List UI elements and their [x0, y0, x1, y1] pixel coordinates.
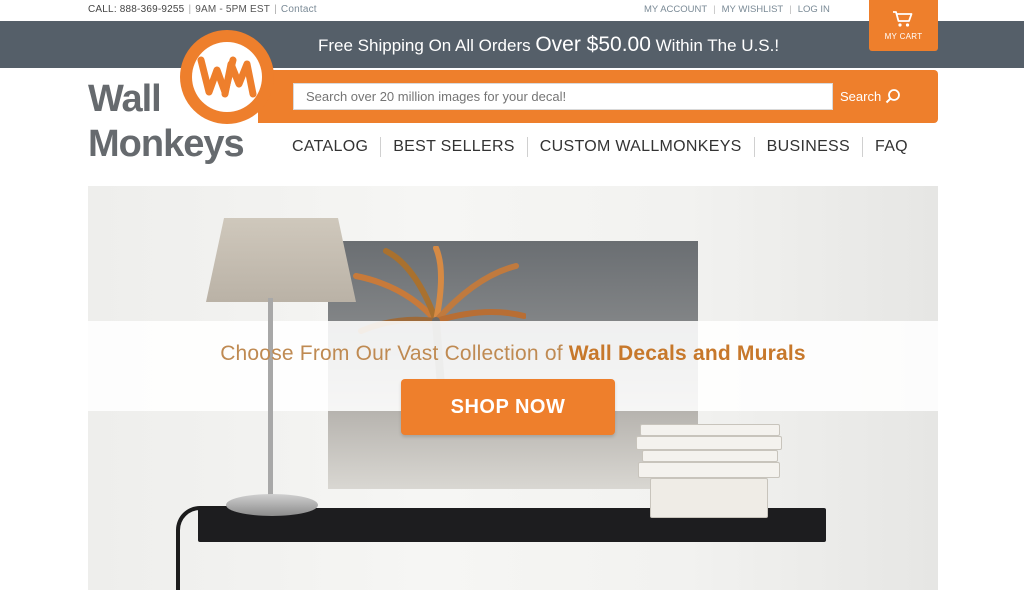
book-image [650, 478, 768, 518]
shop-now-button[interactable]: SHOP NOW [401, 379, 615, 435]
contact-info: CALL: 888-369-9255 | 9AM - 5PM EST | Contact [88, 4, 317, 15]
account-links: MY ACCOUNT | MY WISHLIST | LOG IN [644, 4, 836, 15]
hero-headline: Choose From Our Vast Collection of Wall … [88, 342, 938, 366]
book-image [638, 462, 780, 478]
logo-text-wall[interactable]: Wall [88, 80, 162, 118]
shipping-lead: Free Shipping On All Orders [318, 36, 536, 55]
cart-icon [893, 11, 913, 27]
divider: | [713, 4, 716, 15]
search-input[interactable] [293, 83, 833, 110]
lamp-pole-image [268, 298, 273, 498]
lamp-base-image [226, 494, 318, 516]
books-stack-image [636, 424, 786, 520]
shipping-amount: Over $50.00 [535, 33, 651, 56]
book-image [642, 450, 778, 462]
shipping-tail: Within The U.S.! [650, 36, 780, 55]
nav-item-catalog[interactable]: CATALOG [280, 137, 382, 157]
my-account-link[interactable]: MY ACCOUNT [644, 4, 707, 15]
nav-item-faq[interactable]: FAQ [863, 137, 920, 157]
lamp-shade-image [206, 218, 356, 302]
phone-number: CALL: 888-369-9255 [88, 4, 185, 15]
logo-text-monkeys[interactable]: Monkeys [88, 122, 245, 166]
wm-monogram-icon [197, 56, 257, 98]
shipping-message: Free Shipping On All Orders Over $50.00 … [318, 33, 779, 57]
hero-headline-emphasis: Wall Decals and Murals [568, 342, 806, 365]
nav-item-custom-wallmonkeys[interactable]: CUSTOM WALLMONKEYS [528, 137, 755, 157]
divider: | [274, 4, 277, 15]
book-image [636, 436, 782, 450]
divider: | [789, 4, 792, 15]
my-cart-button[interactable]: MY CART [869, 0, 938, 51]
my-wishlist-link[interactable]: MY WISHLIST [722, 4, 784, 15]
nav-item-best-sellers[interactable]: BEST SELLERS [381, 137, 528, 157]
search-button[interactable]: Search [840, 86, 901, 106]
contact-link[interactable]: Contact [281, 4, 317, 15]
book-image [640, 424, 780, 436]
search-button-label: Search [840, 88, 882, 104]
business-hours: 9AM - 5PM EST [195, 4, 271, 15]
logo-emblem[interactable] [180, 30, 274, 124]
search-icon [885, 89, 901, 104]
nav-item-business[interactable]: BUSINESS [755, 137, 863, 157]
hero-headline-lead: Choose From Our Vast Collection of [220, 342, 569, 365]
divider: | [188, 4, 192, 15]
main-nav: CATALOG BEST SELLERS CUSTOM WALLMONKEYS … [280, 136, 920, 158]
log-in-link[interactable]: LOG IN [798, 4, 830, 15]
cart-label: MY CART [884, 32, 923, 41]
